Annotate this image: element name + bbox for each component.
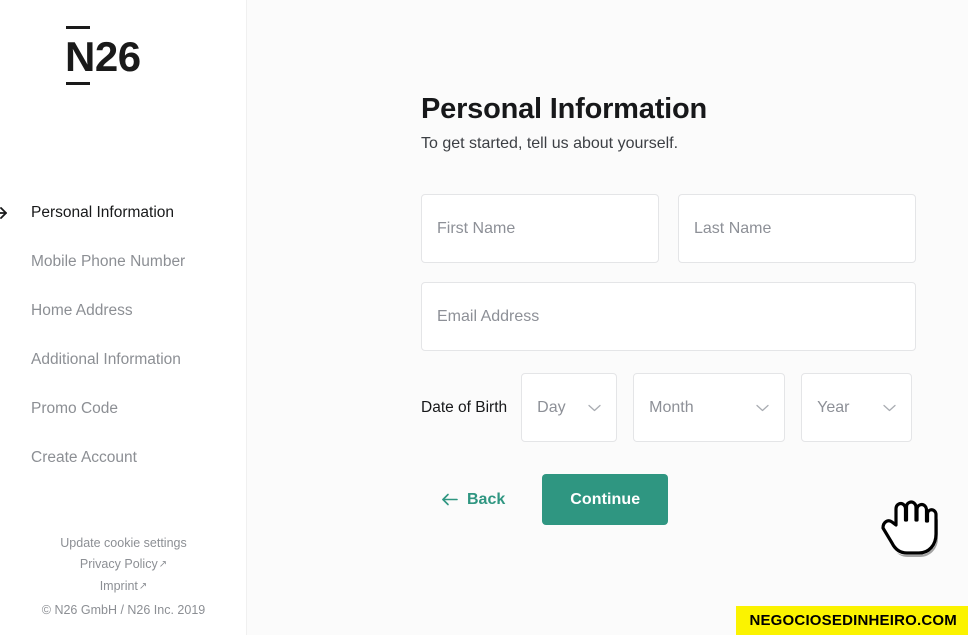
page-subtitle: To get started, tell us about yourself. <box>421 135 679 152</box>
back-button[interactable]: Back <box>437 483 509 517</box>
main-content: Personal Information To get started, tel… <box>247 0 968 635</box>
sidebar-item-label: Mobile Phone Number <box>31 253 186 270</box>
chevron-down-icon <box>588 404 601 412</box>
sidebar-item-label: Additional Information <box>31 351 181 368</box>
sidebar-item-label: Personal Information <box>31 204 175 221</box>
watermark-badge: NEGOCIOSEDINHEIRO.COM <box>736 606 968 635</box>
arrow-left-icon <box>441 493 458 506</box>
sidebar-item-personal-information[interactable]: Personal Information <box>0 188 247 237</box>
privacy-policy-label: Privacy Policy <box>79 557 158 571</box>
name-row: First Name Last Name <box>421 194 921 263</box>
month-select[interactable]: Month <box>633 373 786 442</box>
last-name-placeholder: Last Name <box>694 219 772 237</box>
email-field[interactable]: Email Address <box>421 282 916 351</box>
year-select-value: Year <box>817 398 850 416</box>
day-select[interactable]: Day <box>521 373 618 442</box>
imprint-link[interactable]: Imprint↗ <box>0 576 247 598</box>
n26-logo[interactable]: N26 <box>65 26 141 85</box>
signup-page: N26 Personal Information Mobile Phone Nu… <box>0 0 968 635</box>
continue-button[interactable]: Continue <box>542 474 669 525</box>
first-name-placeholder: First Name <box>437 219 516 237</box>
month-select-value: Month <box>649 398 694 416</box>
current-step-arrow-icon <box>0 204 9 222</box>
year-select[interactable]: Year <box>801 373 913 442</box>
external-link-icon: ↗ <box>138 581 148 592</box>
signup-steps-nav: Personal Information Mobile Phone Number… <box>0 188 247 482</box>
update-cookie-settings-link[interactable]: Update cookie settings <box>0 533 247 554</box>
privacy-policy-link[interactable]: Privacy Policy↗ <box>0 554 247 576</box>
sidebar-item-additional-information[interactable]: Additional Information <box>0 335 247 384</box>
back-button-label: Back <box>467 490 506 508</box>
sidebar-item-promo-code[interactable]: Promo Code <box>0 384 247 433</box>
copyright-text: © N26 GmbH / N26 Inc. 2019 <box>41 603 206 617</box>
sidebar-item-create-account[interactable]: Create Account <box>0 433 247 482</box>
form-actions: Back Continue <box>421 474 921 525</box>
sidebar-footer: Update cookie settings Privacy Policy↗ I… <box>0 533 247 621</box>
first-name-field[interactable]: First Name <box>421 194 659 263</box>
sidebar: N26 Personal Information Mobile Phone Nu… <box>0 0 247 635</box>
sidebar-item-label: Promo Code <box>31 400 119 417</box>
email-placeholder: Email Address <box>437 307 540 325</box>
logo-text: N26 <box>65 33 141 80</box>
sidebar-item-home-address[interactable]: Home Address <box>0 286 247 335</box>
external-link-icon: ↗ <box>158 559 168 570</box>
day-select-value: Day <box>537 398 566 416</box>
sidebar-item-mobile-phone-number[interactable]: Mobile Phone Number <box>0 237 247 286</box>
chevron-down-icon <box>883 404 896 412</box>
sidebar-item-label: Create Account <box>31 449 137 466</box>
last-name-field[interactable]: Last Name <box>678 194 916 263</box>
date-of-birth-row: Date of Birth Day Month Year <box>421 373 921 442</box>
sidebar-item-label: Home Address <box>31 302 133 319</box>
logo-underline <box>66 82 90 85</box>
logo-overline <box>66 26 90 29</box>
personal-information-form: First Name Last Name Email Address Date … <box>421 156 921 525</box>
date-of-birth-label: Date of Birth <box>421 398 508 416</box>
imprint-label: Imprint <box>99 579 138 593</box>
chevron-down-icon <box>756 404 769 412</box>
page-title: Personal Information <box>421 93 708 125</box>
